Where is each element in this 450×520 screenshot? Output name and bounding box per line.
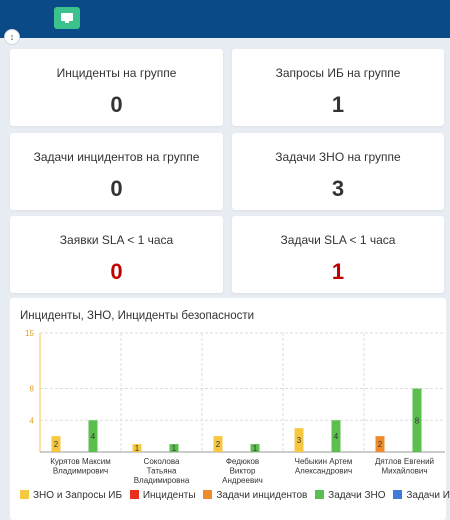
- top-bar: [0, 0, 450, 38]
- card-title: Запросы ИБ на группе: [275, 66, 401, 80]
- legend-swatch: [20, 490, 29, 499]
- legend-item[interactable]: Инциденты: [129, 490, 196, 501]
- chart-panel: Инциденты, ЗНО, Инциденты безопасности: [10, 298, 446, 520]
- legend-label: Задачи инцидентов: [216, 490, 308, 501]
- legend-swatch: [393, 490, 403, 499]
- card-value: 3: [331, 176, 345, 201]
- legend-swatch: [315, 490, 325, 499]
- card-requests-sla[interactable]: Заявки SLA < 1 часа 0: [10, 216, 223, 293]
- card-tasks-sla[interactable]: Задачи SLA < 1 часа 1: [232, 216, 444, 293]
- card-group-incidents[interactable]: Инциденты на группе 0: [10, 49, 223, 126]
- legend-label: ЗНО и Запросы ИБ: [33, 490, 123, 501]
- expand-collapse-icon: ↕: [9, 32, 15, 42]
- card-title: Задачи ЗНО на группе: [275, 150, 401, 164]
- legend-item[interactable]: Задачи инцидентов: [203, 490, 307, 501]
- chart-legend: ЗНО и Запросы ИБ Инциденты Задачи инциде…: [20, 490, 450, 501]
- legend-item[interactable]: ЗНО и Запросы ИБ: [20, 490, 122, 501]
- legend-label: Задачи ЗНО: [328, 490, 386, 501]
- card-value: 0: [110, 259, 123, 284]
- chart-title: Инциденты, ЗНО, Инциденты безопасности: [20, 310, 255, 322]
- legend-label: Задачи ИБ: [406, 490, 450, 501]
- legend-swatch: [129, 490, 139, 499]
- card-security-requests[interactable]: Запросы ИБ на группе 1: [232, 49, 444, 126]
- card-value: 0: [110, 176, 123, 201]
- legend-item[interactable]: Задачи ЗНО: [315, 490, 386, 501]
- monitor-icon: [61, 13, 73, 23]
- card-value: 0: [110, 92, 123, 117]
- card-title: Задачи инцидентов на группе: [33, 150, 200, 164]
- legend-swatch: [203, 490, 213, 499]
- legend-item[interactable]: Задачи ИБ: [393, 490, 450, 501]
- card-incident-tasks[interactable]: Задачи инцидентов на группе 0: [10, 133, 223, 210]
- expand-collapse-button[interactable]: ↕: [4, 29, 20, 45]
- card-title: Задачи SLA < 1 часа: [280, 233, 396, 247]
- card-value: 1: [331, 259, 345, 284]
- monitor-button[interactable]: [54, 7, 80, 29]
- card-zno-tasks[interactable]: Задачи ЗНО на группе 3: [232, 133, 444, 210]
- card-title: Заявки SLA < 1 часа: [59, 233, 174, 247]
- legend-label: Инциденты: [142, 490, 196, 501]
- card-title: Инциденты на группе: [56, 66, 177, 80]
- card-value: 1: [331, 92, 345, 117]
